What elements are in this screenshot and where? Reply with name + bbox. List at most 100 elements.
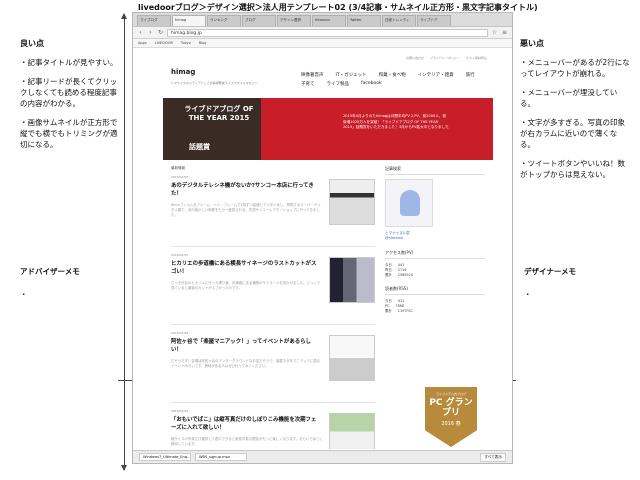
bad-points-panel: 悪い点 ・メニューバーがあるが2行になってレイアウトが崩れる。 ・メニューバーが… bbox=[520, 38, 630, 188]
bad-point-item: ・メニューバーがあるが2行になってレイアウトが崩れる。 bbox=[520, 58, 630, 78]
article-thumbnail[interactable] bbox=[329, 335, 375, 381]
good-points-heading: 良い点 bbox=[20, 39, 44, 48]
browser-window: マイブログ himag ランキング ブログ デザイン選択 hitoanzu Tw… bbox=[132, 12, 513, 464]
bookmarks-bar: Apps LIVEDOOR Tokyo Blog bbox=[133, 39, 512, 48]
forward-arrow-icon[interactable]: › bbox=[147, 29, 154, 36]
star-icon[interactable]: ☆ bbox=[491, 29, 498, 36]
article-excerpt: 8mmフィルムをフレーム・バイ・フレームで1枚ずつ高速にデジタル化し、再現するス… bbox=[171, 203, 321, 217]
profile-name[interactable]: ヒマナイヌ川井 @himainu bbox=[385, 231, 485, 240]
tab-bar: マイブログ himag ランキング ブログ デザイン選択 hitoanzu Tw… bbox=[133, 13, 512, 27]
article-title[interactable]: 「おもいでばこ」は縦写真だけのしぼりこみ機能を次期フェーズに入れて欲しい！ bbox=[171, 416, 321, 432]
article-excerpt: 縦サイズの写真だけ選択して表示できると家族写真の閲覧がもっと楽しくなります。おも… bbox=[171, 437, 323, 446]
banner-text: 2015年4月よりのたhimagは月間平均PV 2,PV、前2000人、前後増1… bbox=[343, 114, 449, 129]
website-viewport: お問い合わせ プライバシーポリシー ゲスト取材申込 himag ヒマナイヌのメデ… bbox=[133, 50, 512, 449]
browser-tab[interactable]: 日経トレンディ bbox=[382, 15, 416, 26]
profile-display-name: ヒマナイヌ川井 bbox=[385, 231, 411, 235]
site-container: お問い合わせ プライバシーポリシー ゲスト取材申込 himag ヒマナイヌのメデ… bbox=[163, 50, 493, 449]
browser-tab[interactable]: ランキング bbox=[207, 15, 241, 26]
bookmark-item[interactable]: Apps bbox=[138, 41, 147, 45]
stat-row: 累計 1197FSC bbox=[385, 309, 485, 314]
browser-tab-active[interactable]: himag bbox=[172, 15, 206, 26]
stat-row: 累計 2585924 bbox=[385, 273, 485, 278]
nav-item[interactable]: 和菓・食べ物 bbox=[379, 72, 406, 78]
article-card[interactable]: 2016/02/01 ヒカリエの歩道橋にある横長サイネージのラストカットがスゴい… bbox=[171, 253, 375, 325]
nav-item[interactable]: 子育て bbox=[301, 81, 315, 87]
article-thumbnail[interactable] bbox=[329, 257, 375, 303]
bookmark-item[interactable]: LIVEDOOR bbox=[155, 41, 173, 45]
pc-grand-prix-badge: ライブドア公式ブログ PC グランプリ 2016 春 bbox=[425, 387, 477, 447]
download-item[interactable]: WBS_signup.mov bbox=[195, 453, 247, 461]
article-thumbnail[interactable] bbox=[329, 413, 375, 449]
stat-label: 累計 bbox=[385, 309, 392, 313]
sidebar: 記事検索 ヒマナイヌ川井 @himainu アクセス数(PV) 今日 441 昨日… bbox=[385, 166, 485, 322]
top-link[interactable]: プライバシーポリシー bbox=[430, 56, 460, 60]
designer-memo: デザイナーメモ ・ bbox=[524, 266, 576, 300]
article-excerpt: だそうです！会場は阿佐ヶ谷のアンダーグラウンドなお店だそうで、楽屋ネタをマニアッ… bbox=[171, 359, 321, 368]
show-all-downloads-button[interactable]: すべて表示 bbox=[480, 452, 506, 462]
reload-icon[interactable]: ↻ bbox=[157, 29, 164, 36]
banner-message-panel: 2015年4月よりのたhimagは月間平均PV 2,PV、前2000人、前後増1… bbox=[261, 98, 493, 160]
browser-tab[interactable]: ライブドア bbox=[417, 15, 451, 26]
badge-year: 2016 春 bbox=[441, 421, 461, 427]
menu-icon[interactable]: ≡ bbox=[501, 29, 508, 36]
site-logo[interactable]: himag bbox=[171, 68, 195, 76]
browser-tab[interactable]: デザイン選択 bbox=[277, 15, 311, 26]
bookmark-item[interactable]: Tokyo bbox=[181, 41, 191, 45]
article-card[interactable]: 2016/02/03 あのデジタルテレシネ機がないか?サンコー本店に行ってきた！… bbox=[171, 175, 375, 247]
browser-tab[interactable]: hitoanzu bbox=[312, 15, 346, 26]
top-links: お問い合わせ プライバシーポリシー ゲスト取材申込 bbox=[406, 56, 487, 60]
section-label: 最新情報 bbox=[171, 166, 185, 170]
nav-item[interactable]: ライフ製品 bbox=[327, 81, 350, 87]
stat-value: 1197FSC bbox=[397, 309, 413, 313]
browser-tab[interactable]: マイブログ bbox=[137, 15, 171, 26]
site-tagline: ヒマナイヌのメディアとしての情報発信ライフスタイルマガジン bbox=[171, 81, 258, 85]
article-list: 最新情報 2016/02/03 あのデジタルテレシネ機がないか?サンコー本店に行… bbox=[171, 166, 375, 449]
advisor-memo: アドバイザーメモ ・ bbox=[20, 266, 80, 300]
article-excerpt: さっき渋谷のヒカリエに行った帰り道、歩道橋にある横長のサイネージを見かけました。… bbox=[171, 281, 321, 290]
advisor-memo-value: ・ bbox=[20, 290, 28, 299]
article-thumbnail[interactable] bbox=[329, 179, 375, 225]
profile-avatar[interactable] bbox=[385, 179, 433, 227]
good-point-item: ・記事リードが長くてクリックしなくても読める程度記事の内容がわかる。 bbox=[20, 77, 118, 108]
good-point-item: ・記事タイトルが見やすい。 bbox=[20, 58, 118, 67]
access-heading: アクセス数(PV) bbox=[385, 250, 485, 259]
back-arrow-icon[interactable]: ‹ bbox=[137, 29, 144, 36]
designer-memo-value: ・ bbox=[524, 290, 532, 299]
stat-value: 2585924 bbox=[397, 273, 413, 277]
badge-subtitle: ライブドア公式ブログ bbox=[435, 392, 466, 396]
top-link[interactable]: お問い合わせ bbox=[406, 56, 424, 60]
banner-award-panel: ライブドアブログ OF THE YEAR 2015 話題賞 bbox=[163, 98, 261, 160]
bad-point-item: ・メニューバーが埋没している。 bbox=[520, 88, 618, 108]
badge-title: PC グランプリ bbox=[429, 398, 473, 418]
download-item[interactable]: Windows7_Ultimate_Eng...rar bbox=[139, 453, 191, 461]
nav-item[interactable]: インテリア・雑貨 bbox=[418, 72, 454, 78]
article-title[interactable]: 阿佐ヶ谷で「楽屋マニアック！」ってイベントがあるらしい！ bbox=[171, 338, 321, 354]
site-header: お問い合わせ プライバシーポリシー ゲスト取材申込 himag ヒマナイヌのメデ… bbox=[163, 50, 493, 98]
bad-points-heading: 悪い点 bbox=[520, 39, 544, 48]
download-bar: Windows7_Ultimate_Eng...rar WBS_signup.m… bbox=[133, 450, 512, 463]
address-row: ‹ › ↻ himag.blog.jp ☆ ≡ bbox=[133, 27, 512, 39]
article-title[interactable]: ヒカリエの歩道橋にある横長サイネージのラストカットがスゴい！ bbox=[171, 260, 321, 276]
nav-item[interactable]: IT・ガジェット bbox=[336, 72, 367, 78]
profile-handle: @himainu bbox=[385, 236, 404, 240]
good-points-panel: 良い点 ・記事タイトルが見やすい。 ・記事リードが長くてクリックしなくても読める… bbox=[20, 38, 120, 158]
address-bar[interactable]: himag.blog.jp bbox=[167, 28, 488, 37]
height-arrow bbox=[121, 13, 127, 471]
designer-memo-label: デザイナーメモ bbox=[524, 267, 577, 276]
article-title[interactable]: あのデジタルテレシネ機がないか?サンコー本店に行ってきた！ bbox=[171, 182, 321, 198]
nav-item[interactable]: 旅行 bbox=[466, 72, 475, 78]
nav-item[interactable]: facebook bbox=[361, 81, 382, 87]
bad-point-item: ・ツイートボタンやいいね！数がトップからは見えない。 bbox=[520, 159, 625, 179]
top-link[interactable]: ゲスト取材申込 bbox=[466, 56, 487, 60]
nav-item[interactable]: 映像著音声 bbox=[301, 72, 324, 78]
article-card[interactable]: 2016/01/28 阿佐ヶ谷で「楽屋マニアック！」ってイベントがあるらしい！ … bbox=[171, 331, 375, 403]
stat-label: 累計 bbox=[385, 273, 392, 277]
reader-heading: 読者数(RSS) bbox=[385, 286, 485, 295]
award-banner[interactable]: ライブドアブログ OF THE YEAR 2015 話題賞 2015年4月よりの… bbox=[163, 98, 493, 160]
bad-point-item: ・文字が多すぎる。写真の印象が右カラムに近いので薄くなる。 bbox=[520, 118, 625, 149]
bookmark-item[interactable]: Blog bbox=[199, 41, 207, 45]
browser-tab[interactable]: Twitter bbox=[347, 15, 381, 26]
article-card[interactable]: 2016/01/25 「おもいでばこ」は縦写真だけのしぼりこみ機能を次期フェーズ… bbox=[171, 409, 375, 449]
browser-tab[interactable]: ブログ bbox=[242, 15, 276, 26]
advisor-memo-label: アドバイザーメモ bbox=[20, 267, 80, 276]
